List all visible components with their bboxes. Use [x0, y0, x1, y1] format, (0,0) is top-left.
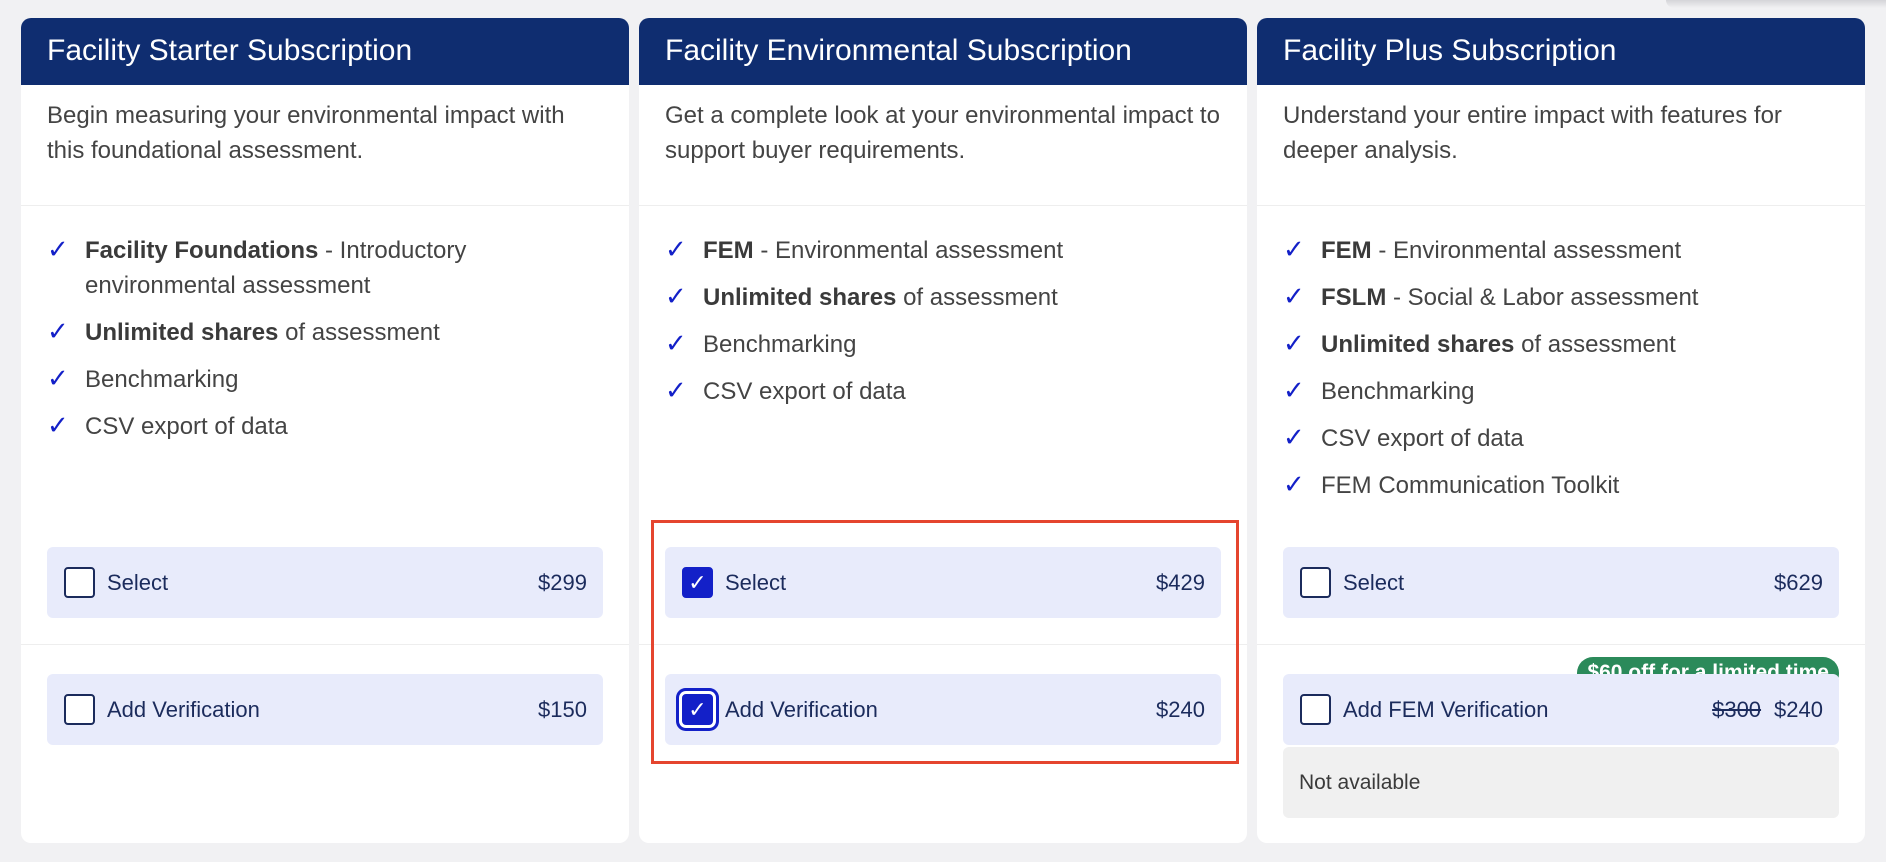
select-checkbox[interactable]	[64, 567, 95, 598]
verification-old-price: $300	[1712, 696, 1762, 722]
feature-text: Benchmarking	[85, 366, 239, 393]
select-price: $429	[1156, 569, 1205, 595]
verification-price: $150	[538, 696, 587, 722]
verification-label: Add Verification	[107, 696, 260, 722]
feature-bold: Unlimited shares	[703, 284, 897, 311]
verification-price: $240	[1774, 696, 1823, 722]
feature-item: ✓ CSV export of data	[1283, 421, 1839, 456]
verification-label: Add FEM Verification	[1343, 696, 1549, 722]
divider	[1257, 644, 1865, 645]
card-title: Facility Plus Subscription	[1257, 18, 1865, 85]
feature-item: ✓ Benchmarking	[47, 362, 603, 397]
feature-bold: Unlimited shares	[85, 319, 279, 346]
checkmark-icon: ✓	[1283, 281, 1305, 311]
verification-label: Add Verification	[725, 696, 878, 722]
feature-text: Benchmarking	[703, 331, 857, 358]
feature-item: ✓ Benchmarking	[665, 327, 1221, 362]
top-shadow	[1666, 0, 1886, 8]
verification-checkbox[interactable]	[64, 694, 95, 725]
verification-option[interactable]: Add FEM Verification $300 $240	[1283, 674, 1839, 745]
card-description: Understand your entire impact with featu…	[1257, 85, 1865, 206]
feature-bold: FSLM	[1321, 284, 1387, 311]
select-option[interactable]: Select $629	[1283, 547, 1839, 618]
feature-text: FEM Communication Toolkit	[1321, 472, 1620, 499]
feature-item: ✓ Unlimited shares of assessment	[1283, 327, 1839, 362]
checkmark-icon: ✓	[47, 234, 69, 264]
checkmark-icon: ✓	[665, 375, 687, 405]
card-title: Facility Environmental Subscription	[639, 18, 1247, 85]
feature-text: of assessment	[1514, 331, 1676, 358]
verification-checkbox[interactable]: ✓	[682, 694, 713, 725]
feature-list: ✓ Facility Foundations - Introductory en…	[21, 206, 629, 541]
select-price: $629	[1774, 569, 1823, 595]
select-label: Select	[107, 569, 169, 595]
divider	[639, 644, 1247, 645]
feature-item: ✓ CSV export of data	[665, 374, 1221, 409]
checkmark-icon: ✓	[665, 328, 687, 358]
feature-item: ✓ CSV export of data	[47, 409, 603, 444]
feature-text: - Environmental assessment	[1371, 237, 1682, 264]
verification-option[interactable]: Add Verification $150	[47, 674, 603, 745]
feature-text: of assessment	[278, 319, 440, 346]
checkmark-icon: ✓	[47, 363, 69, 393]
verification-checkbox[interactable]	[1300, 694, 1331, 725]
feature-text: - Social & Labor assessment	[1386, 284, 1699, 311]
checkmark-icon: ✓	[665, 234, 687, 264]
card-description: Get a complete look at your environmenta…	[639, 85, 1247, 206]
checkmark-icon: ✓	[1283, 375, 1305, 405]
card-starter: Facility Starter Subscription Begin meas…	[21, 18, 629, 843]
feature-list: ✓ FEM - Environmental assessment ✓ Unlim…	[639, 206, 1247, 541]
checkmark-icon: ✓	[688, 569, 707, 595]
feature-bold: FEM	[703, 237, 754, 264]
not-available-notice: Not available	[1283, 747, 1839, 818]
feature-item: ✓ Facility Foundations - Introductory en…	[47, 233, 603, 303]
subscription-cards: Facility Starter Subscription Begin meas…	[21, 18, 1865, 843]
verification-price: $240	[1156, 696, 1205, 722]
feature-text: Benchmarking	[1321, 378, 1475, 405]
card-description: Begin measuring your environmental impac…	[21, 85, 629, 206]
verification-option[interactable]: ✓ Add Verification $240	[665, 674, 1221, 745]
select-price: $299	[538, 569, 587, 595]
feature-text: CSV export of data	[703, 378, 906, 405]
feature-item: ✓ Unlimited shares of assessment	[47, 315, 603, 350]
select-label: Select	[1343, 569, 1405, 595]
feature-item: ✓ FEM - Environmental assessment	[1283, 233, 1839, 268]
feature-item: ✓ FSLM - Social & Labor assessment	[1283, 280, 1839, 315]
checkmark-icon: ✓	[47, 316, 69, 346]
card-environmental: Facility Environmental Subscription Get …	[639, 18, 1247, 843]
feature-text: - Environmental assessment	[753, 237, 1064, 264]
select-checkbox[interactable]	[1300, 567, 1331, 598]
feature-item: ✓ FEM Communication Toolkit	[1283, 468, 1839, 503]
checkmark-icon: ✓	[665, 281, 687, 311]
checkmark-icon: ✓	[1283, 422, 1305, 452]
feature-text: of assessment	[896, 284, 1058, 311]
checkmark-icon: ✓	[688, 696, 707, 722]
checkmark-icon: ✓	[1283, 328, 1305, 358]
feature-bold: Unlimited shares	[1321, 331, 1515, 358]
feature-bold: FEM	[1321, 237, 1372, 264]
card-title: Facility Starter Subscription	[21, 18, 629, 85]
select-option[interactable]: Select $299	[47, 547, 603, 618]
divider	[21, 644, 629, 645]
select-label: Select	[725, 569, 787, 595]
checkmark-icon: ✓	[1283, 469, 1305, 499]
select-checkbox[interactable]: ✓	[682, 567, 713, 598]
feature-item: ✓ FEM - Environmental assessment	[665, 233, 1221, 268]
checkmark-icon: ✓	[1283, 234, 1305, 264]
checkmark-icon: ✓	[47, 410, 69, 440]
feature-item: ✓ Unlimited shares of assessment	[665, 280, 1221, 315]
card-plus: Facility Plus Subscription Understand yo…	[1257, 18, 1865, 843]
feature-text: CSV export of data	[85, 413, 288, 440]
feature-text: CSV export of data	[1321, 425, 1524, 452]
feature-item: ✓ Benchmarking	[1283, 374, 1839, 409]
feature-bold: Facility Foundations	[85, 237, 319, 264]
feature-list: ✓ FEM - Environmental assessment ✓ FSLM …	[1257, 206, 1865, 541]
select-option[interactable]: ✓ Select $429	[665, 547, 1221, 618]
